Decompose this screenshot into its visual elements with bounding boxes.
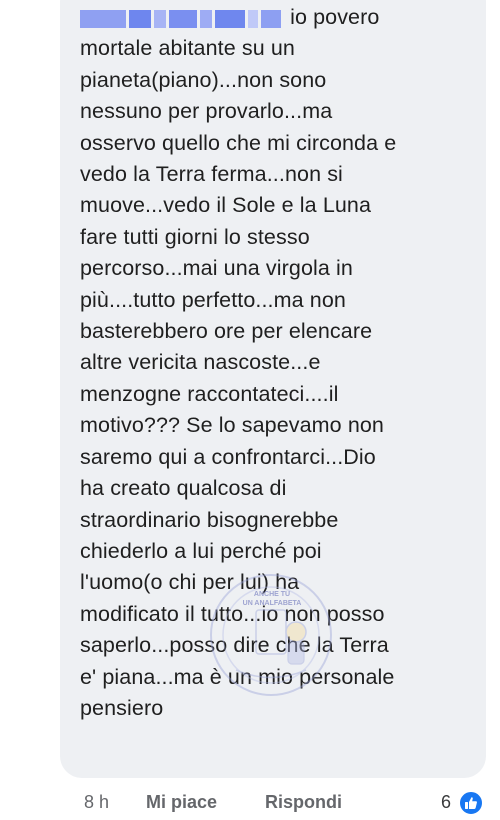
comment-line: più....tutto perfetto...ma non: [80, 287, 346, 312]
like-button[interactable]: Mi piace: [146, 792, 217, 813]
comment-body: io povero mortale abitante su un pianeta…: [80, 2, 480, 724]
comment-line: straordinario bisognerebbe: [80, 507, 339, 532]
comment-screenshot: io povero mortale abitante su un pianeta…: [0, 0, 500, 820]
comment-line: saperlo...posso dire che la Terra: [80, 633, 389, 658]
comment-line-first: io povero: [80, 2, 480, 33]
comment-line: pensiero: [80, 695, 164, 720]
comment-line: chiederlo a lui perché poi: [80, 538, 322, 563]
watermark-line: UN ANALFABETA: [242, 600, 302, 607]
comment-line: altre vericita nascoste...e: [80, 350, 321, 375]
comment-line: vedo la Terra ferma...non si: [80, 162, 343, 187]
reply-button[interactable]: Rispondi: [265, 792, 342, 813]
comment-actions-bar: 8 h Mi piace Rispondi 6: [0, 790, 500, 820]
comment-line: percorso...mai una virgola in: [80, 256, 353, 281]
redacted-author-name[interactable]: [80, 3, 284, 29]
comment-line: mortale abitante su un: [80, 36, 295, 61]
comment-line: ha creato qualcosa di: [80, 476, 287, 501]
comment-timestamp[interactable]: 8 h: [84, 792, 109, 813]
comment-line: pianeta(piano)...non sono: [80, 67, 327, 92]
comment-line: saremo qui a confrontarci...Dio: [80, 444, 376, 469]
comment-line: basterebbero ore per elencare: [80, 319, 373, 344]
watermark-line: ANCHE TU: [253, 591, 291, 598]
comment-line: nessuno per provarlo...ma: [80, 99, 333, 124]
comment-line: fare tutti giorni lo stesso: [80, 224, 310, 249]
comment-line: osservo quello che mi circonda e: [80, 130, 397, 155]
comment-line: io povero: [290, 5, 380, 29]
comment-line: e' piana...ma è un mio personale: [80, 664, 395, 689]
comment-line: motivo??? Se lo sapevamo non: [80, 413, 384, 438]
reaction-count[interactable]: 6: [441, 792, 451, 813]
comment-line: menzogne raccontateci....il: [80, 381, 339, 406]
like-thumb-icon[interactable]: [458, 790, 484, 816]
watermark-text: ANCHE TU UN ANALFABETA: [232, 590, 312, 608]
comment-line: muove...vedo il Sole e la Luna: [80, 193, 372, 218]
